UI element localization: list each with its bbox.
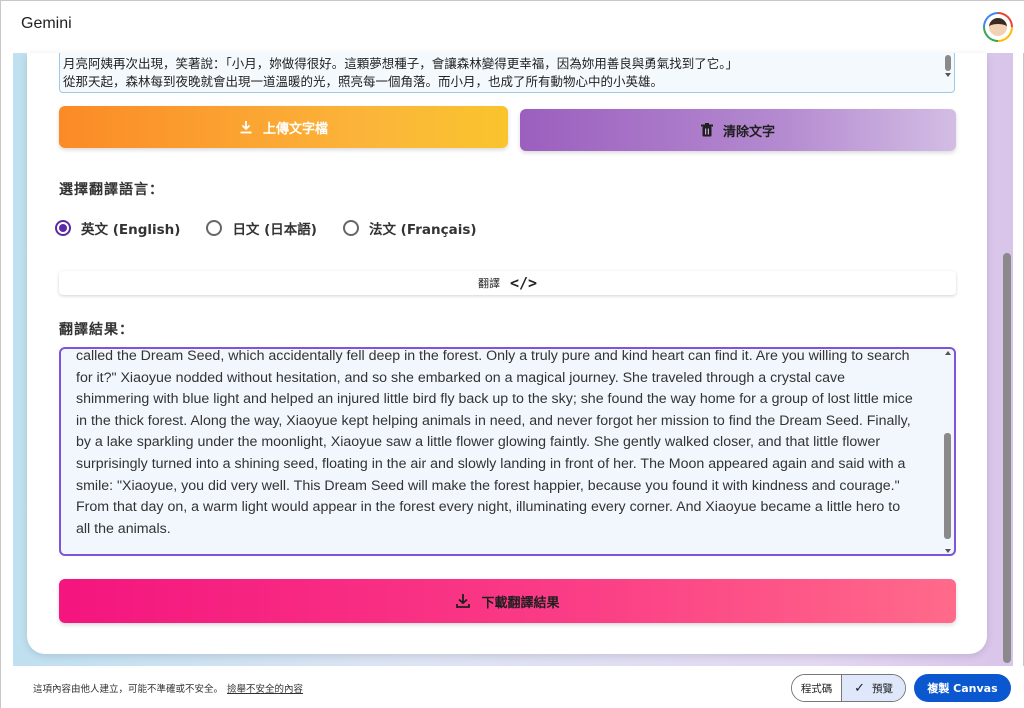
source-scrollbar[interactable]: [945, 55, 951, 83]
source-textarea[interactable]: 月亮阿姨再次出現，笑著說：「小月，妳做得很好。這顆夢想種子，會讓森林變得更幸福，…: [59, 53, 955, 93]
radio-japanese[interactable]: 日文 (日本語): [206, 218, 317, 238]
translate-button[interactable]: 翻譯 </>: [59, 271, 956, 295]
view-toggle: 程式碼 ✓ 預覽: [791, 674, 906, 702]
result-scrollbar[interactable]: [944, 351, 951, 553]
avatar[interactable]: [983, 12, 1013, 42]
source-line: 從那天起，森林每到夜晚就會出現一道溫暖的光，照亮每一個角落。而小月，也成了所有動…: [63, 74, 664, 89]
page-scrollbar[interactable]: [1001, 53, 1013, 666]
download-button-label: 下載翻譯結果: [481, 595, 560, 611]
result-textarea[interactable]: called the Dream Seed, which accidentall…: [59, 347, 956, 556]
code-icon: </>: [509, 274, 538, 292]
result-line: called the Dream Seed, which accidentall…: [76, 348, 910, 364]
avatar-image: [985, 14, 1011, 40]
top-bar: Gemini: [1, 1, 1024, 53]
check-icon: ✓: [854, 680, 866, 696]
disclaimer: 這項內容由他人建立，可能不準確或不安全。 撿舉不安全的內容: [33, 681, 303, 695]
code-view-button[interactable]: 程式碼: [792, 675, 843, 701]
result-line: in the thick forest. Along the way, Xiao…: [76, 412, 911, 429]
scroll-down-arrow-icon[interactable]: [944, 549, 951, 553]
result-section-label: 翻譯結果：: [59, 322, 134, 338]
radio-label: 英文 (English): [81, 222, 181, 238]
footer-bar: 這項內容由他人建立，可能不準確或不安全。 撿舉不安全的內容 程式碼 ✓ 預覽 複製…: [1, 666, 1024, 708]
user-face-icon: [989, 18, 1007, 36]
scroll-down-arrow-icon[interactable]: [945, 73, 951, 77]
preview-view-button[interactable]: ✓ 預覽: [842, 675, 905, 701]
page-scroll-thumb[interactable]: [1003, 253, 1011, 663]
source-scroll-thumb[interactable]: [945, 55, 951, 71]
translate-button-label: 翻譯: [477, 277, 500, 290]
report-unsafe-link[interactable]: 撿舉不安全的內容: [227, 684, 303, 695]
result-line: smile: "Xiaoyue, you did very well. This…: [76, 477, 900, 494]
language-section-label: 選擇翻譯語言：: [59, 182, 164, 198]
radio-button[interactable]: [342, 220, 359, 236]
download-result-button[interactable]: 下載翻譯結果: [59, 579, 956, 623]
upload-file-button[interactable]: 上傳文字檔: [59, 106, 508, 148]
result-line: all the animals.: [76, 520, 171, 537]
preview-label: 預覽: [872, 682, 894, 695]
result-line: for it?" Xiaoyue nodded without hesitati…: [76, 369, 845, 386]
radio-french[interactable]: 法文 (Français): [342, 218, 477, 238]
radio-button[interactable]: [206, 220, 223, 236]
radio-label: 法文 (Français): [368, 222, 477, 238]
clear-button-label: 清除文字: [722, 124, 775, 140]
result-line: From that day on, a warm light would app…: [76, 499, 901, 516]
app-title: Gemini: [21, 15, 72, 32]
radio-button[interactable]: [55, 220, 71, 236]
radio-english[interactable]: 英文 (English): [55, 218, 180, 238]
source-line: 月亮阿姨再次出現，笑著說：「小月，妳做得很好。這顆夢想種子，會讓森林變得更幸福，…: [63, 56, 739, 71]
radio-label: 日文 (日本語): [232, 222, 317, 238]
language-radio-group: 英文 (English) 日文 (日本語) 法文 (Français): [55, 218, 503, 238]
result-line: shimmering with blue light and helped an…: [76, 391, 913, 408]
result-line: surprisingly turned into a shining seed,…: [76, 455, 906, 472]
trash-icon: [700, 123, 713, 137]
disclaimer-text: 這項內容由他人建立，可能不準確或不安全。: [33, 684, 224, 695]
result-scroll-thumb[interactable]: [944, 433, 951, 539]
download-icon: [239, 120, 253, 134]
download-icon: [455, 593, 471, 609]
clear-text-button[interactable]: 清除文字: [520, 109, 956, 151]
copy-canvas-button[interactable]: 複製 Canvas: [914, 674, 1011, 702]
result-text: called the Dream Seed, which accidentall…: [76, 348, 928, 540]
upload-button-label: 上傳文字檔: [262, 121, 328, 137]
scroll-up-arrow-icon[interactable]: [944, 351, 951, 355]
result-line: by a lake sparkling under the moonlight,…: [76, 434, 881, 451]
